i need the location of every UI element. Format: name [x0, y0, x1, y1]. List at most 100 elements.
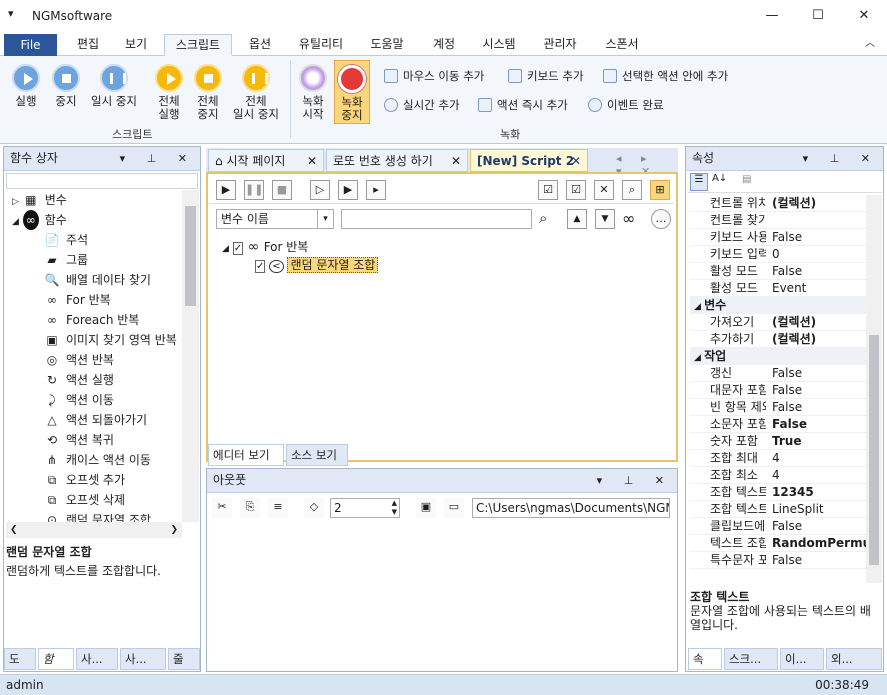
check-icon[interactable]: ☑ — [566, 180, 586, 200]
prop-value[interactable]: 4 — [772, 467, 866, 483]
eraser-icon[interactable]: ◇ — [304, 498, 324, 518]
close-icon[interactable]: ✕ — [307, 150, 317, 172]
stop-icon[interactable]: ■ — [272, 180, 292, 200]
chevron-down-icon[interactable]: ▾ — [317, 210, 333, 228]
step-icon[interactable]: ▷ — [310, 180, 330, 200]
prop-value[interactable]: (컬렉션) — [772, 314, 866, 330]
folder-icon[interactable]: ▭ — [444, 498, 464, 518]
tree-node-for[interactable]: ◢ ✓ ∞ For 반복 — [222, 238, 308, 255]
prop-value[interactable]: (컬렉션) — [772, 195, 866, 211]
prop-row[interactable]: 텍스트 조합 RandomPermu — [690, 535, 866, 552]
tab-system[interactable]: 시스템 — [474, 34, 524, 56]
prop-value[interactable]: False — [772, 229, 866, 245]
expand-icon[interactable]: ◢ — [222, 244, 229, 254]
tree-item-action-back[interactable]: △ 액션 되돌아가기 — [44, 410, 147, 430]
close-icon[interactable]: ✕ — [571, 150, 581, 172]
prop-value[interactable]: RandomPermu — [772, 535, 866, 551]
prop-value[interactable]: LineSplit — [772, 501, 866, 517]
prop-value[interactable]: True — [772, 433, 866, 449]
tab-options[interactable]: 옵션 — [240, 34, 280, 56]
tab-script[interactable]: 스크립트 — [164, 34, 232, 56]
search-icon[interactable]: ⌕ — [622, 180, 642, 200]
prop-row[interactable]: 소문자 포함 False — [690, 416, 866, 433]
tree-item-action-run[interactable]: ↻ 액션 실행 — [44, 370, 114, 390]
tree-view-icon[interactable]: ⊞ — [650, 180, 670, 200]
tab-right-2[interactable]: 이... — [780, 648, 824, 670]
prop-row[interactable]: 활성 모드 Event — [690, 280, 866, 297]
spinner-arrows-icon[interactable]: ▲ ▼ — [392, 499, 397, 517]
prop-value[interactable]: False — [772, 399, 866, 415]
tab-left-0[interactable]: 도 — [4, 648, 36, 670]
prop-row[interactable]: 키보드 사용 False — [690, 229, 866, 246]
tree-node-random[interactable]: ✓ < 랜덤 문자열 조합 — [255, 256, 379, 273]
tree-item-comment[interactable]: 📄 주석 — [44, 230, 89, 250]
panel-buttons[interactable]: ▾ ⊥ ✕ — [597, 469, 673, 492]
stop-all-button[interactable]: 전체 중지 — [190, 64, 226, 121]
prop-row[interactable]: 빈 항목 제외 False — [690, 399, 866, 416]
more-icon[interactable]: … — [651, 209, 671, 229]
prop-row[interactable]: 컨트롤 찾기 — [690, 212, 866, 229]
prop-category-variables[interactable]: ◢ 변수 — [690, 297, 866, 314]
record-stop-button[interactable]: 녹화 중지 — [334, 60, 370, 124]
system-menu-icon[interactable]: ▾ — [8, 7, 14, 20]
move-down-icon[interactable]: ▼ — [595, 209, 615, 229]
prop-value[interactable]: False — [772, 382, 866, 398]
tree-item-random-string[interactable]: ⊙ 랜덤 문자열 조합 — [44, 510, 151, 522]
tab-admin[interactable]: 관리자 — [534, 34, 586, 56]
close-button[interactable]: ✕ — [841, 0, 887, 32]
tree-item-image-area-loop[interactable]: ▣ 이미지 찾기 영역 반복 — [44, 330, 176, 350]
tab-editor-view[interactable]: 에디터 보기 — [208, 444, 284, 466]
prop-row[interactable]: 조합 텍스트 LineSplit — [690, 501, 866, 518]
prop-row[interactable]: 추가하기 (컬렉션) — [690, 331, 866, 348]
tab-right-0[interactable]: 속 — [688, 648, 722, 670]
function-tree-scrollbar[interactable] — [182, 190, 199, 522]
editor-search-input[interactable] — [341, 209, 532, 229]
save-icon[interactable]: ▣ — [416, 498, 436, 518]
immediate-add-button[interactable]: 액션 즉시 추가 — [478, 97, 568, 113]
prop-row[interactable]: 조합 최대 4 — [690, 450, 866, 467]
tree-item-foreach-loop[interactable]: ∞ Foreach 반복 — [44, 310, 139, 330]
run-button[interactable]: 실행 — [8, 64, 44, 108]
panel-buttons[interactable]: ▾ ⊥ ✕ — [803, 147, 879, 170]
checkbox[interactable]: ✓ — [232, 242, 244, 255]
event-done-button[interactable]: 이벤트 완료 — [588, 97, 664, 113]
tab-lotto[interactable]: 로또 번호 생성 하기 ✕ — [326, 149, 468, 172]
sort-alpha-icon[interactable]: A↓ — [712, 173, 727, 184]
play-icon[interactable]: ▶ — [216, 180, 236, 200]
pause-icon[interactable]: ❚❚ — [244, 180, 264, 200]
scroll-thumb[interactable] — [869, 335, 879, 565]
prop-row[interactable]: 대문자 포함 False — [690, 382, 866, 399]
step-over-icon[interactable]: ▸ — [366, 180, 386, 200]
scroll-thumb[interactable] — [185, 206, 196, 306]
tree-item-offset-delete[interactable]: ⧉ 오프셋 삭제 — [44, 490, 125, 510]
record-start-button[interactable]: 녹화 시작 — [296, 64, 330, 121]
check-all-icon[interactable]: ☑ — [538, 180, 558, 200]
stop-button[interactable]: 중지 — [48, 64, 84, 108]
pause-all-button[interactable]: 전체 일시 중지 — [228, 64, 284, 121]
tree-item-array-find[interactable]: 🔍 배열 데이타 찾기 — [44, 270, 151, 290]
prop-row[interactable]: 특수문자 포함 False — [690, 552, 866, 569]
function-tree-hscrollbar[interactable]: ❮ ❯ — [6, 522, 182, 538]
search-icon[interactable]: ⌕ — [539, 209, 547, 227]
list-icon[interactable]: ≡ — [268, 498, 288, 518]
property-pages-icon[interactable]: ▤ — [742, 174, 751, 185]
properties-scrollbar[interactable] — [866, 195, 882, 583]
run-all-button[interactable]: 전체 실행 — [150, 64, 188, 121]
prop-row[interactable]: 숫자 포함 True — [690, 433, 866, 450]
prop-row[interactable]: 컨트롤 위치 (컬렉션) — [690, 195, 866, 212]
tree-item-for-loop[interactable]: ∞ For 반복 — [44, 290, 111, 310]
move-up-icon[interactable]: ▲ — [567, 209, 587, 229]
realtime-add-button[interactable]: 실시간 추가 — [384, 97, 460, 113]
tab-help[interactable]: 도움말 — [362, 34, 412, 56]
prop-value[interactable]: 4 — [772, 450, 866, 466]
checkbox[interactable]: ✓ — [255, 260, 266, 273]
variable-select[interactable]: 변수 이름 ▾ — [216, 209, 334, 229]
minimize-button[interactable]: — — [749, 0, 795, 32]
prop-value[interactable]: 12345 — [772, 484, 866, 500]
output-level-spinner[interactable]: 2 ▲ ▼ — [330, 498, 400, 518]
prop-value[interactable]: False — [772, 416, 866, 432]
tree-item-group[interactable]: ▰ 그룹 — [44, 250, 88, 270]
prop-row[interactable]: 클립보드에 False — [690, 518, 866, 535]
tree-item-functions[interactable]: ◢ ∞ 함수 — [12, 210, 67, 230]
tab-right-1[interactable]: 스크... — [724, 648, 778, 670]
